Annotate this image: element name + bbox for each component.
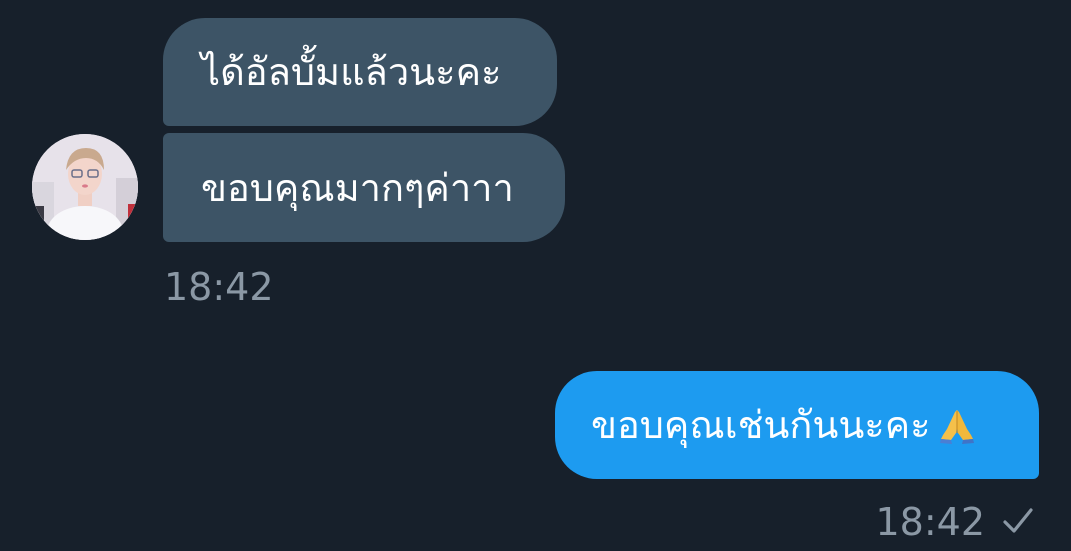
avatar-photo-icon (32, 134, 138, 240)
message-text: ขอบคุณเช่นกันนะคะ (591, 403, 931, 447)
message-text: ขอบคุณมากๆค่าาา (201, 165, 514, 210)
message-text: ได้อัลบั้มแล้วนะคะ (201, 50, 502, 94)
outgoing-timestamp: 18:42 (875, 500, 985, 544)
incoming-message-bubble[interactable]: ขอบคุณมากๆค่าาา (163, 133, 565, 242)
incoming-timestamp: 18:42 (164, 265, 274, 309)
checkmark-icon (1003, 508, 1033, 533)
sender-avatar[interactable] (32, 134, 138, 240)
outgoing-message-bubble[interactable]: ขอบคุณเช่นกันนะคะ (555, 371, 1039, 479)
incoming-message-bubble[interactable]: ได้อัลบั้มแล้วนะคะ (163, 18, 557, 126)
folded-hands-emoji-icon (937, 405, 977, 445)
